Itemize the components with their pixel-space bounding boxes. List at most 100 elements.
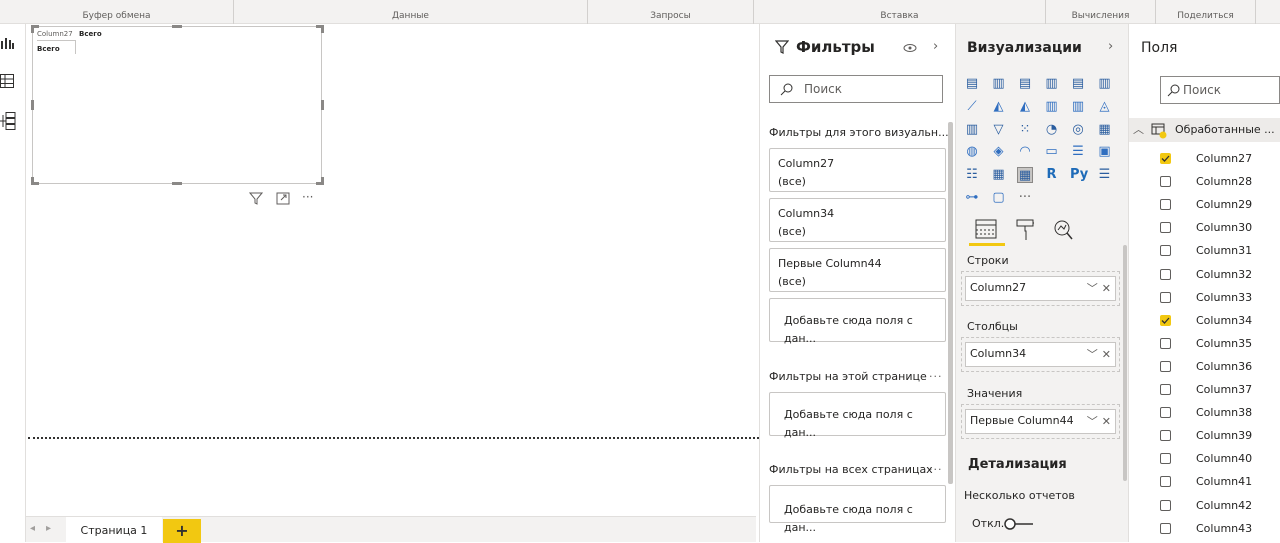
field-item[interactable]: Column30 [1160,220,1278,238]
treemap-icon[interactable]: ▦ [1097,122,1113,138]
well-field-pill[interactable]: Column27 ﹀ ✕ [965,276,1116,301]
decomposition-tree-icon[interactable]: ⊶ [964,190,980,206]
pie-chart-icon[interactable]: ◔ [1044,122,1060,138]
visual-filter-icon[interactable] [249,192,263,205]
stacked-area-icon[interactable]: ◭ [1017,99,1033,115]
more-options-icon[interactable]: ··· [929,370,943,383]
field-checkbox[interactable] [1160,499,1171,511]
well-drop-zone[interactable]: Первые Column44 ﹀ ✕ [961,404,1120,439]
map-icon[interactable]: ◍ [964,144,980,160]
field-checkbox[interactable] [1160,291,1171,303]
gauge-icon[interactable]: ◠ [1017,144,1033,160]
line-column-icon[interactable]: ▥ [1044,99,1060,115]
filters-search-box[interactable]: Поиск [769,75,943,103]
resize-handle[interactable] [31,25,34,33]
tab-scroll-left-icon[interactable]: ◂ [30,523,35,534]
line-clustered-icon[interactable]: ▥ [1070,99,1086,115]
chevron-down-icon[interactable]: ﹀ [1087,415,1098,428]
field-item[interactable]: Column36 [1160,359,1278,377]
donut-icon[interactable]: ◎ [1070,122,1086,138]
filter-drop-zone-page[interactable]: Добавьте сюда поля с дан... [769,392,946,439]
well-drop-zone[interactable]: Column27 ﹀ ✕ [961,271,1120,306]
viz-scrollbar[interactable] [1123,245,1127,481]
chevron-down-icon[interactable]: ﹀ [1087,348,1098,361]
focus-mode-icon[interactable] [276,192,290,205]
resize-handle[interactable] [31,100,34,110]
filters-search-input[interactable]: Поиск [804,82,842,96]
slicer-icon[interactable]: ☷ [964,167,980,183]
stacked-bar-icon[interactable]: ▤ [964,76,980,92]
data-view-icon[interactable] [0,74,14,88]
field-item[interactable]: Column38 [1160,405,1278,423]
field-checkbox[interactable] [1160,222,1171,234]
field-item[interactable]: Column33 [1160,290,1278,308]
collapse-viz-icon[interactable]: › [1108,39,1113,54]
well-field-pill[interactable]: Column34 ﹀ ✕ [965,342,1116,367]
field-checkbox[interactable] [1160,153,1171,164]
filter-card-column27[interactable]: Column27 (все) [769,148,946,192]
scatter-icon[interactable]: ⁙ [1017,122,1033,138]
resize-handle[interactable] [172,182,182,185]
remove-field-icon[interactable]: ✕ [1102,282,1111,295]
tab-page-1[interactable]: Страница 1 [66,517,162,543]
field-checkbox[interactable] [1160,360,1171,372]
well-drop-zone[interactable]: Column34 ﹀ ✕ [961,337,1120,372]
format-paint-roller-icon[interactable] [1016,219,1034,241]
resize-handle[interactable] [31,177,34,185]
field-item[interactable]: Column39 [1160,428,1278,446]
100-bar-icon[interactable]: ▤ [1070,76,1086,92]
tab-scroll-right-icon[interactable]: ▸ [46,523,51,534]
field-item[interactable]: Column29 [1160,197,1278,215]
clustered-column-icon[interactable]: ▥ [1044,76,1060,92]
analytics-magnifier-icon[interactable] [1053,219,1073,241]
model-view-icon[interactable] [0,112,16,130]
chevron-down-icon[interactable]: ﹀ [1087,282,1098,295]
resize-handle[interactable] [321,177,324,185]
ribbon-chart-icon[interactable]: ◬ [1097,99,1113,115]
stacked-column-icon[interactable]: ▥ [991,76,1007,92]
table-icon[interactable]: ▦ [991,167,1007,183]
field-checkbox[interactable] [1160,476,1171,488]
filled-map-icon[interactable]: ◈ [991,144,1007,160]
field-checkbox[interactable] [1160,199,1171,211]
field-item[interactable]: Column43 [1160,521,1278,539]
filter-drop-zone-visual[interactable]: Добавьте сюда поля с дан... [769,298,946,345]
field-checkbox[interactable] [1160,430,1171,442]
remove-field-icon[interactable]: ✕ [1102,348,1111,361]
field-item[interactable]: Column28 [1160,174,1278,192]
field-checkbox[interactable] [1160,407,1171,419]
well-field-pill[interactable]: Первые Column44 ﹀ ✕ [965,409,1116,434]
waterfall-icon[interactable]: ▥ [964,122,980,138]
field-checkbox[interactable] [1160,384,1171,395]
clustered-bar-icon[interactable]: ▤ [1017,76,1033,92]
field-checkbox[interactable] [1160,268,1171,280]
fields-tab-icon[interactable] [975,219,997,239]
resize-handle[interactable] [172,25,182,28]
more-options-icon[interactable]: ··· [929,463,943,476]
field-item[interactable]: Column41 [1160,474,1278,492]
matrix-icon[interactable]: ▦ [1017,167,1033,184]
field-checkbox[interactable] [1160,453,1171,465]
field-item[interactable]: Column40 [1160,451,1278,469]
key-influencers-icon[interactable]: ☰ [1097,167,1113,183]
add-page-button[interactable]: + [163,519,201,543]
r-visual-icon[interactable]: R [1044,167,1060,183]
filter-card-first-column44[interactable]: Первые Column44 (все) [769,248,946,292]
card-icon[interactable]: ▭ [1044,144,1060,160]
filter-drop-zone-all[interactable]: Добавьте сюда поля с дан... [769,485,946,534]
matrix-visual[interactable]: Column27 Всего Всего [32,26,322,184]
field-item[interactable]: Column42 [1160,498,1278,516]
eye-icon[interactable] [903,43,917,53]
field-checkbox[interactable] [1160,522,1171,534]
field-item[interactable]: Column37 [1160,382,1278,400]
field-item[interactable]: Column27 [1160,151,1278,169]
filter-card-column34[interactable]: Column34 (все) [769,198,946,242]
cross-report-toggle[interactable] [1003,517,1035,531]
resize-handle[interactable] [321,100,324,110]
qa-icon[interactable]: ▢ [991,190,1007,206]
collapse-filters-icon[interactable]: › [933,39,938,54]
field-checkbox[interactable] [1160,337,1171,349]
fields-search-box[interactable]: Поиск [1160,76,1280,104]
resize-handle[interactable] [321,25,324,33]
multirow-card-icon[interactable]: ☰ [1070,144,1086,160]
